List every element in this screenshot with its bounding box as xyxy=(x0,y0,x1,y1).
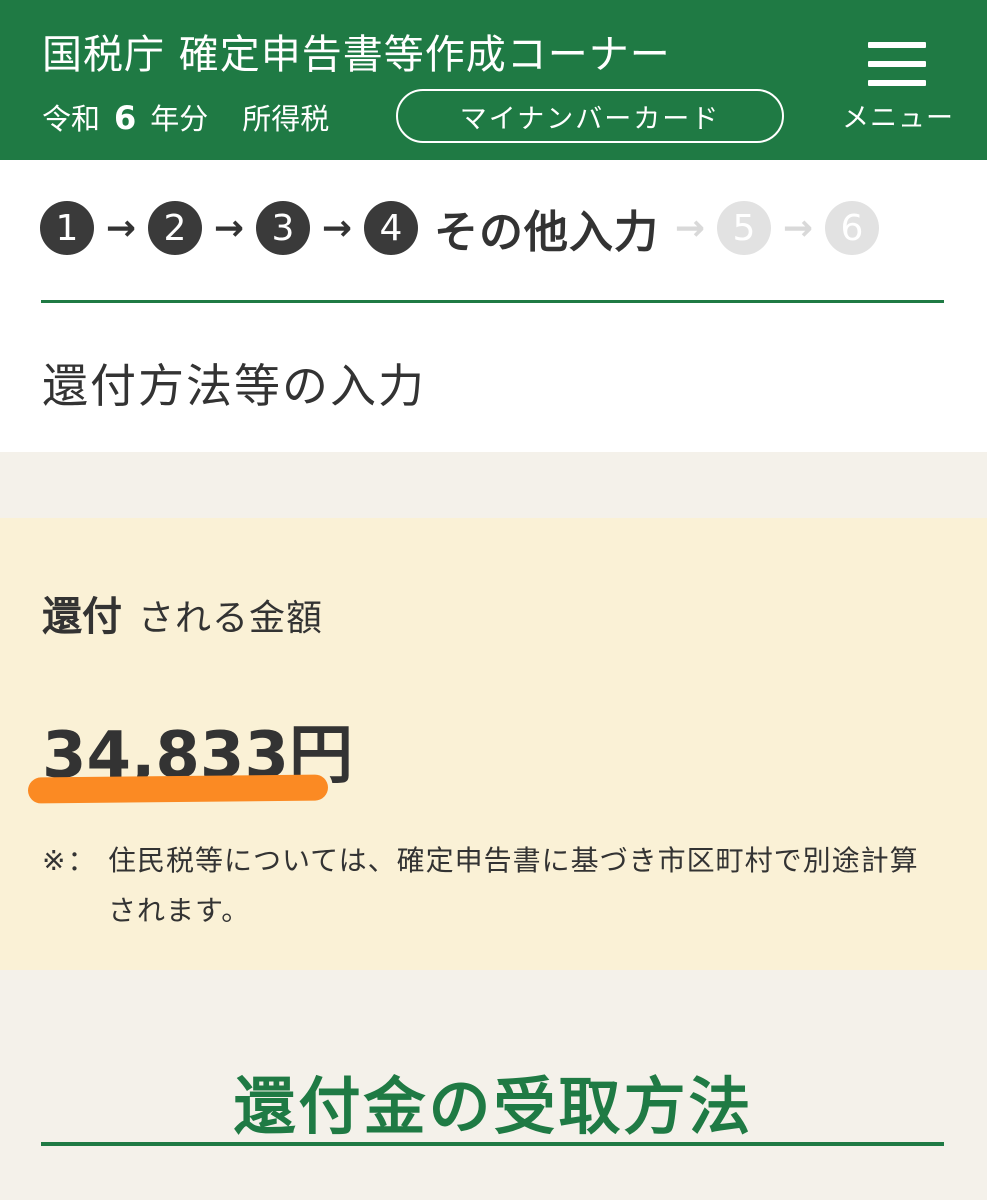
section-divider xyxy=(41,1142,944,1146)
page-title: 還付方法等の入力 xyxy=(42,359,426,413)
app-header: 国税庁 確定申告書等作成コーナー 令和 6 年分 所得税 マイナンバーカード メ… xyxy=(0,0,987,160)
tax-year-row: 令和 6 年分 所得税 xyxy=(42,96,329,138)
step-1-icon: 1 xyxy=(40,201,94,255)
site-title[interactable]: 国税庁 確定申告書等作成コーナー xyxy=(42,22,671,80)
step-6-icon: 6 xyxy=(825,201,879,255)
year-suffix: 年分 xyxy=(150,102,209,136)
receive-method-title: 還付金の受取方法 xyxy=(233,1070,754,1143)
hamburger-icon xyxy=(868,42,926,86)
refund-amount-panel: 還付 される金額 34,833円 ※： 住民税等については、確定申告書に基づき市… xyxy=(0,518,987,970)
mynumber-card-button[interactable]: マイナンバーカード xyxy=(396,89,784,143)
step-2-icon: 2 xyxy=(148,201,202,255)
refund-heading-strong: 還付 xyxy=(42,594,122,640)
step-arrow-icon: → xyxy=(105,207,137,249)
menu-button[interactable]: メニュー xyxy=(836,38,960,138)
step-arrow-icon: → xyxy=(321,207,353,249)
resident-tax-note: ※： 住民税等については、確定申告書に基づき市区町村で別途計算されます。 xyxy=(42,836,942,936)
refund-heading-rest: される金額 xyxy=(138,598,324,639)
refund-heading: 還付 される金額 xyxy=(42,584,323,642)
highlight-underline xyxy=(27,774,329,804)
step-panel: 1 → 2 → 3 → 4 その他入力 → 5 → 6 還付方法等の入力 xyxy=(0,160,987,452)
step-arrow-icon: → xyxy=(674,207,706,249)
current-step-label: その他入力 xyxy=(434,207,659,258)
progress-steps: 1 → 2 → 3 → 4 その他入力 → 5 → 6 xyxy=(40,200,879,258)
note-text: 住民税等については、確定申告書に基づき市区町村で別途計算されます。 xyxy=(108,844,919,927)
tax-type-label: 所得税 xyxy=(242,102,330,136)
era-label: 令和 xyxy=(42,102,101,136)
divider xyxy=(41,300,944,303)
step-3-icon: 3 xyxy=(256,201,310,255)
step-arrow-icon: → xyxy=(213,207,245,249)
menu-label: メニュー xyxy=(842,103,954,134)
note-mark: ※： xyxy=(42,844,98,877)
year-number: 6 xyxy=(114,99,137,137)
step-arrow-icon: → xyxy=(782,207,814,249)
step-5-icon: 5 xyxy=(717,201,771,255)
step-4-icon: 4 xyxy=(364,201,418,255)
